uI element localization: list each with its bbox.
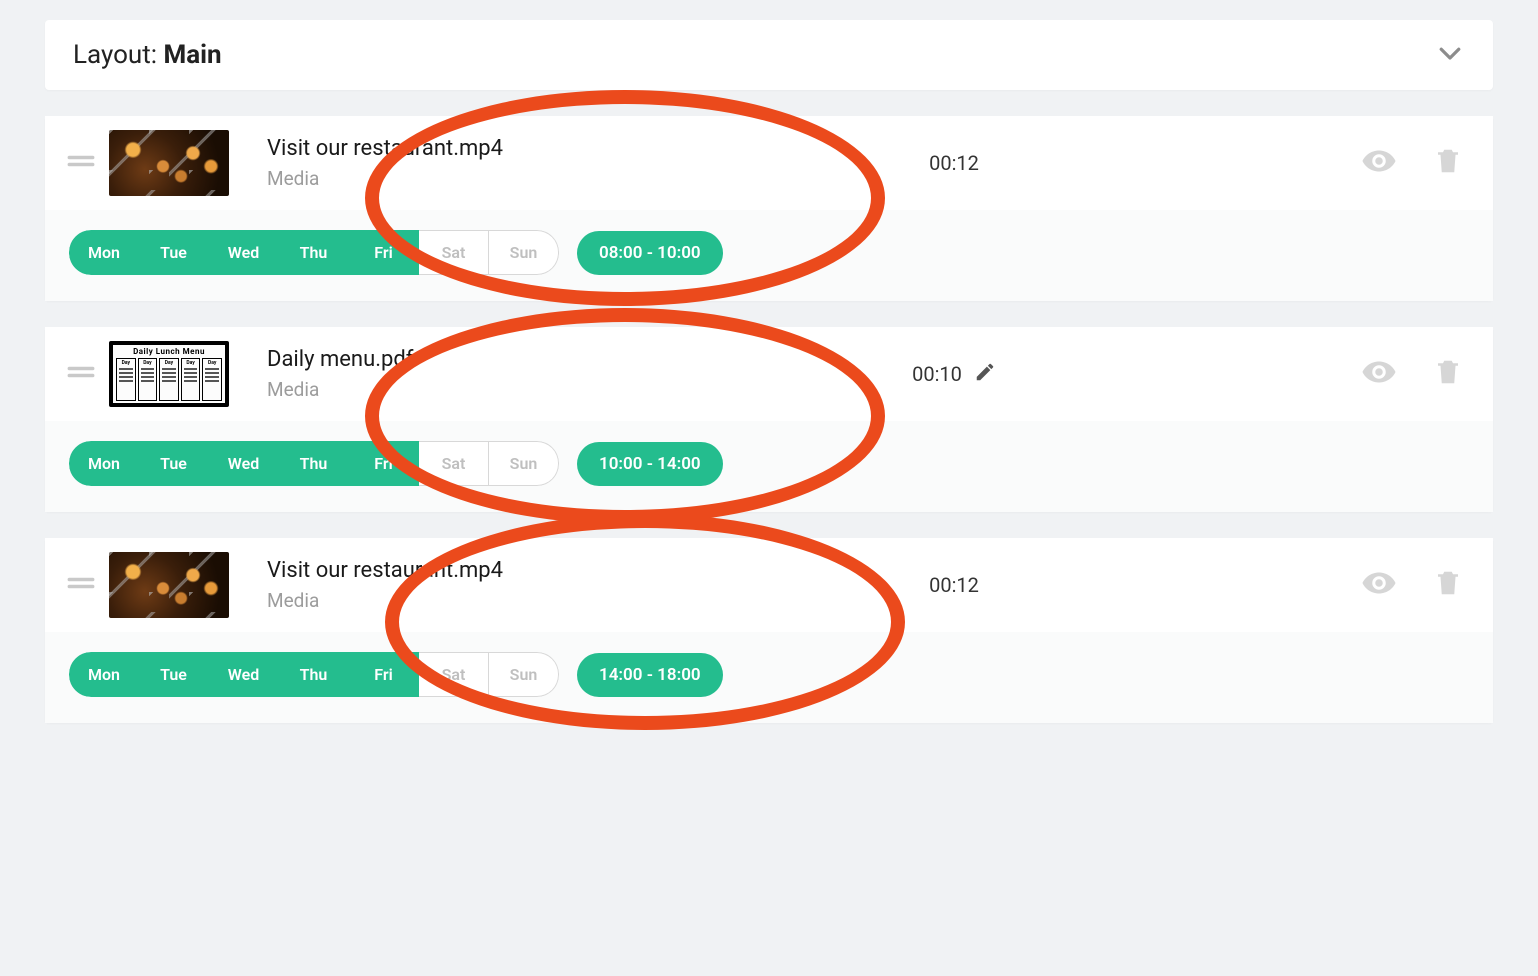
thumbnail[interactable]: Daily Lunch MenuDayDayDayDayDay [109, 341, 229, 407]
schedule-item: Visit our restaurant.mp4 Media 00:12 MonTue… [45, 116, 1493, 301]
day-sat[interactable]: Sat [419, 652, 489, 697]
day-fri[interactable]: Fri [349, 441, 419, 486]
layout-title-name: Main [163, 40, 221, 70]
eye-icon[interactable] [1361, 354, 1397, 394]
trash-icon[interactable] [1433, 566, 1463, 604]
day-wed[interactable]: Wed [209, 441, 279, 486]
time-range-pill[interactable]: 14:00 - 18:00 [577, 653, 723, 697]
eye-icon[interactable] [1361, 565, 1397, 605]
item-actions [1361, 565, 1471, 605]
day-tue[interactable]: Tue [139, 230, 209, 275]
day-sat[interactable]: Sat [419, 230, 489, 275]
schedule-row: MonTueWedThuFriSatSun 08:00 - 10:00 [45, 210, 1493, 301]
time-range-pill[interactable]: 10:00 - 14:00 [577, 442, 723, 486]
item-info: Visit our restaurant.mp4 Media [267, 558, 547, 612]
file-type: Media [267, 167, 547, 190]
day-fri[interactable]: Fri [349, 230, 419, 275]
time-range-pill[interactable]: 08:00 - 10:00 [577, 231, 723, 275]
layout-header[interactable]: Layout: Main [45, 20, 1493, 90]
duration-value: 00:10 [912, 362, 962, 386]
day-sun[interactable]: Sun [489, 230, 559, 275]
item-actions [1361, 354, 1471, 394]
drag-handle-icon[interactable] [67, 574, 99, 596]
trash-icon[interactable] [1433, 144, 1463, 182]
item-info: Daily menu.pdf Media [267, 347, 547, 401]
day-wed[interactable]: Wed [209, 652, 279, 697]
schedule-row: MonTueWedThuFriSatSun 10:00 - 14:00 [45, 421, 1493, 512]
day-selector: MonTueWedThuFriSatSun [69, 652, 559, 697]
duration: 00:10 [547, 361, 1361, 388]
day-thu[interactable]: Thu [279, 441, 349, 486]
day-fri[interactable]: Fri [349, 652, 419, 697]
thumbnail[interactable] [109, 552, 229, 618]
day-tue[interactable]: Tue [139, 441, 209, 486]
item-row: Daily Lunch MenuDayDayDayDayDay Daily men… [45, 327, 1493, 421]
day-sat[interactable]: Sat [419, 441, 489, 486]
day-sun[interactable]: Sun [489, 441, 559, 486]
item-actions [1361, 143, 1471, 183]
day-mon[interactable]: Mon [69, 652, 139, 697]
schedule-row: MonTueWedThuFriSatSun 14:00 - 18:00 [45, 632, 1493, 723]
file-title: Visit our restaurant.mp4 [267, 136, 547, 161]
file-type: Media [267, 378, 547, 401]
duration: 00:12 [547, 573, 1361, 597]
day-wed[interactable]: Wed [209, 230, 279, 275]
duration: 00:12 [547, 151, 1361, 175]
drag-handle-icon[interactable] [67, 152, 99, 174]
layout-title: Layout: Main [73, 40, 222, 70]
trash-icon[interactable] [1433, 355, 1463, 393]
day-mon[interactable]: Mon [69, 441, 139, 486]
drag-handle-icon[interactable] [67, 363, 99, 385]
item-row: Visit our restaurant.mp4 Media 00:12 [45, 538, 1493, 632]
file-title: Visit our restaurant.mp4 [267, 558, 547, 583]
layout-title-prefix: Layout: [73, 40, 163, 70]
item-row: Visit our restaurant.mp4 Media 00:12 [45, 116, 1493, 210]
thumbnail[interactable] [109, 130, 229, 196]
day-tue[interactable]: Tue [139, 652, 209, 697]
duration-value: 00:12 [929, 573, 979, 597]
chevron-down-icon[interactable] [1435, 38, 1465, 72]
day-mon[interactable]: Mon [69, 230, 139, 275]
pencil-icon[interactable] [974, 361, 996, 388]
day-selector: MonTueWedThuFriSatSun [69, 230, 559, 275]
duration-value: 00:12 [929, 151, 979, 175]
schedule-item: Daily Lunch MenuDayDayDayDayDay Daily men… [45, 327, 1493, 512]
day-selector: MonTueWedThuFriSatSun [69, 441, 559, 486]
eye-icon[interactable] [1361, 143, 1397, 183]
day-thu[interactable]: Thu [279, 230, 349, 275]
file-type: Media [267, 589, 547, 612]
layout-header-card: Layout: Main [45, 20, 1493, 90]
day-thu[interactable]: Thu [279, 652, 349, 697]
file-title: Daily menu.pdf [267, 347, 547, 372]
day-sun[interactable]: Sun [489, 652, 559, 697]
item-info: Visit our restaurant.mp4 Media [267, 136, 547, 190]
schedule-item: Visit our restaurant.mp4 Media 00:12 MonTue… [45, 538, 1493, 723]
